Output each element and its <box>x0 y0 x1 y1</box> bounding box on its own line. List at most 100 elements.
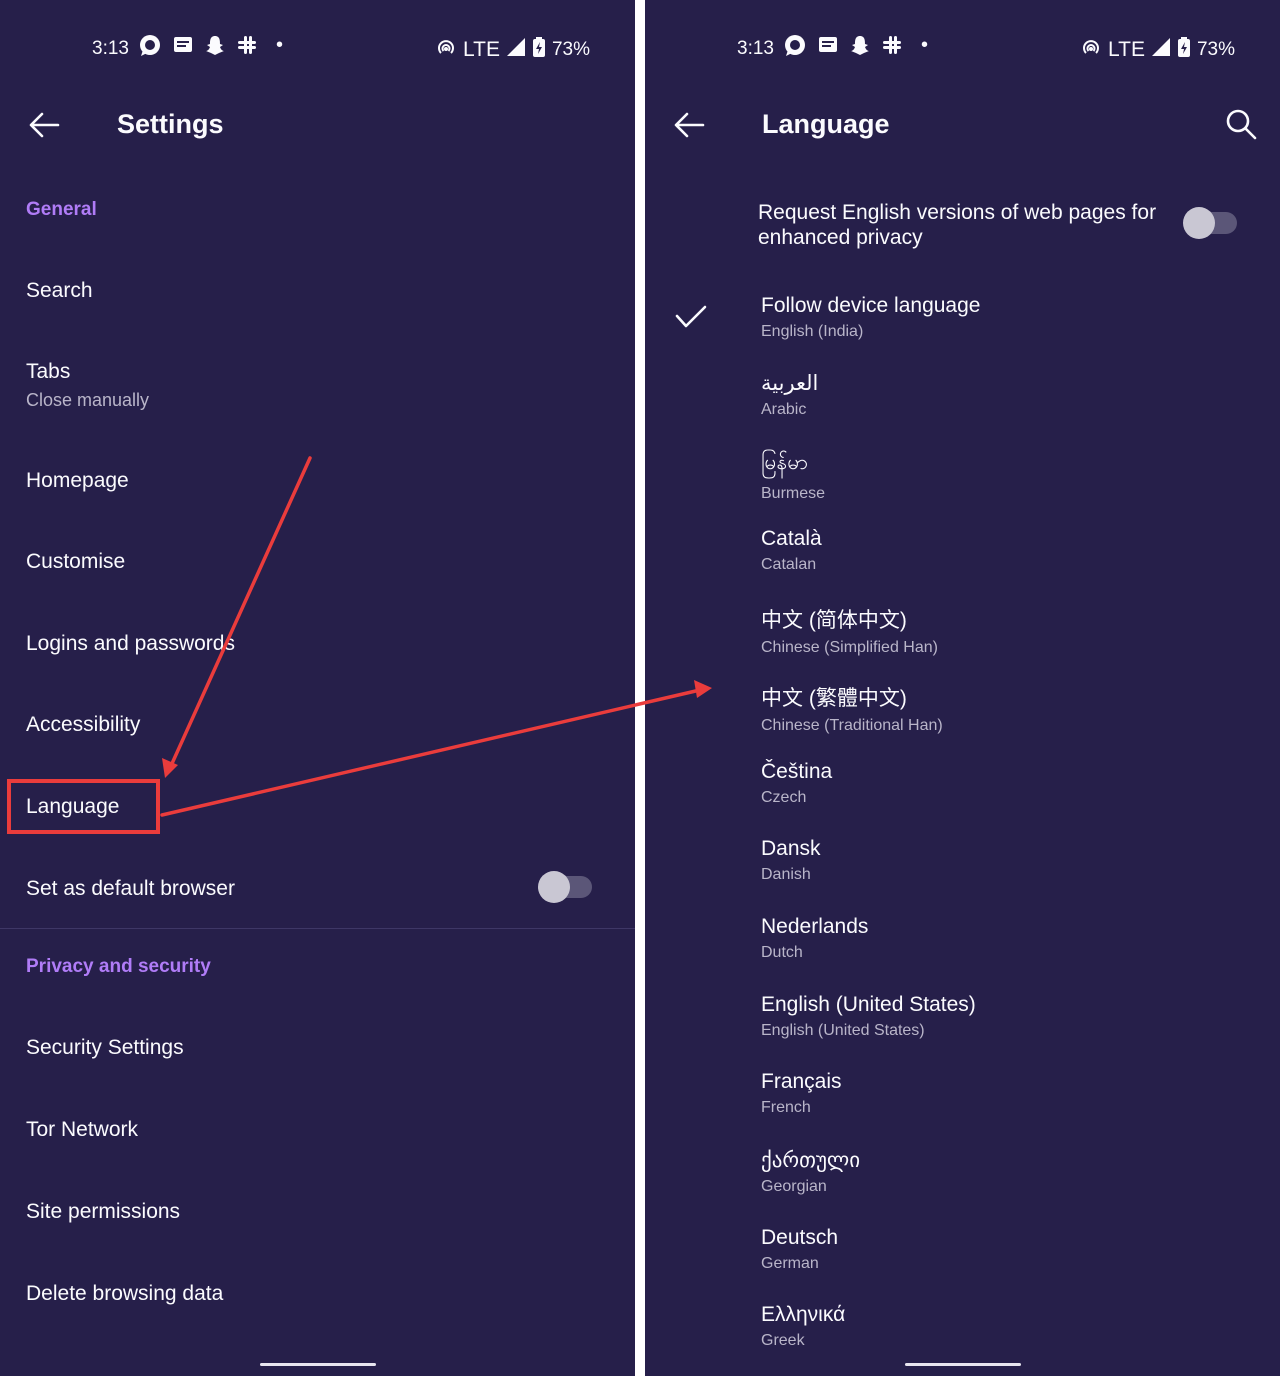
page-title: Language <box>762 109 890 139</box>
hotspot-icon <box>435 36 457 64</box>
language-option-dutch[interactable]: Nederlands Dutch <box>761 915 868 962</box>
snapchat-icon <box>849 34 871 64</box>
network-type: LTE <box>1108 38 1145 61</box>
language-option-german[interactable]: Deutsch German <box>761 1226 838 1273</box>
language-option-catalan[interactable]: Català Catalan <box>761 527 822 574</box>
settings-item-delete-data[interactable]: Delete browsing data <box>26 1282 223 1306</box>
settings-item-customise[interactable]: Customise <box>26 550 125 574</box>
status-time: 3:13 <box>737 38 774 59</box>
language-english-name: Catalan <box>761 556 817 573</box>
language-app-bar: Language <box>645 95 1280 155</box>
settings-screen: 3:13 • LTE 73% Settings General Search T… <box>0 0 635 1376</box>
snapchat-icon <box>204 34 226 64</box>
search-icon[interactable] <box>1224 107 1258 146</box>
language-english-name: English (United States) <box>761 1022 925 1039</box>
message-icon <box>172 34 194 64</box>
section-header-general: General <box>26 199 97 220</box>
language-option-burmese[interactable]: မြန်မာ Burmese <box>761 449 825 503</box>
page-title: Settings <box>117 109 224 139</box>
language-native-name: Deutsch <box>761 1226 839 1249</box>
settings-item-label: Tor Network <box>26 1118 139 1141</box>
settings-item-label: Site permissions <box>26 1200 181 1223</box>
request-english-label: Request English versions of web pages fo… <box>758 201 1157 249</box>
language-option-greek[interactable]: Ελληνικά Greek <box>761 1303 845 1350</box>
language-native-name: 中文 (繁體中文) <box>761 687 907 710</box>
language-native-name: Dansk <box>761 837 821 860</box>
settings-item-logins[interactable]: Logins and passwords <box>26 632 235 656</box>
language-option-english-us[interactable]: English (United States) English (United S… <box>761 993 976 1040</box>
battery-icon <box>532 36 546 64</box>
signal-icon <box>506 37 526 63</box>
language-english-name: Czech <box>761 789 807 806</box>
settings-item-tor-network[interactable]: Tor Network <box>26 1118 138 1142</box>
settings-item-label: Homepage <box>26 469 129 492</box>
language-english-name: Danish <box>761 866 811 883</box>
settings-item-site-permissions[interactable]: Site permissions <box>26 1200 180 1224</box>
language-option-follow-device[interactable]: Follow device language English (India) <box>761 294 980 341</box>
language-option-georgian[interactable]: ქართული Georgian <box>761 1148 860 1196</box>
language-native-name: Ελληνικά <box>761 1303 846 1326</box>
settings-item-label: Accessibility <box>26 713 141 736</box>
back-arrow-icon[interactable] <box>671 107 707 148</box>
settings-item-search[interactable]: Search <box>26 279 93 303</box>
status-bar: 3:13 • LTE 73% <box>645 30 1280 70</box>
whatsapp-icon <box>138 34 162 64</box>
checkmark-icon <box>675 303 707 336</box>
language-native-name: ქართული <box>761 1149 861 1172</box>
settings-item-label: Set as default browser <box>26 877 235 900</box>
language-option-czech[interactable]: Čeština Czech <box>761 760 832 807</box>
language-native-name: Català <box>761 527 822 550</box>
language-option-danish[interactable]: Dansk Danish <box>761 837 821 884</box>
language-screen: 3:13 • LTE 73% Language Request English … <box>645 0 1280 1376</box>
language-option-french[interactable]: Français French <box>761 1070 842 1117</box>
status-right: LTE 73% <box>435 36 590 64</box>
section-header-privacy: Privacy and security <box>26 956 211 977</box>
default-browser-toggle[interactable] <box>538 871 592 903</box>
language-english-name: Chinese (Traditional Han) <box>761 717 943 734</box>
status-bar: 3:13 • LTE 73% <box>0 30 635 70</box>
toggle-knob <box>1183 207 1215 239</box>
settings-item-label: Search <box>26 279 93 302</box>
language-native-name: Français <box>761 1070 842 1093</box>
settings-item-summary: Close manually <box>26 390 150 410</box>
language-english-name: English (India) <box>761 323 864 340</box>
language-english-name: Arabic <box>761 401 807 418</box>
hotspot-icon <box>1080 36 1102 64</box>
language-english-name: Burmese <box>761 485 826 502</box>
language-native-name: Čeština <box>761 760 833 783</box>
slack-icon <box>881 34 903 64</box>
settings-item-homepage[interactable]: Homepage <box>26 469 129 493</box>
settings-item-default-browser[interactable]: Set as default browser <box>26 877 235 901</box>
language-english-name: French <box>761 1099 811 1116</box>
settings-item-accessibility[interactable]: Accessibility <box>26 713 140 737</box>
battery-level: 73% <box>551 39 590 60</box>
status-time: 3:13 <box>92 38 129 59</box>
message-icon <box>817 34 839 64</box>
notification-icons: • <box>138 34 283 64</box>
home-indicator[interactable] <box>905 1363 1021 1366</box>
request-english-toggle[interactable] <box>1183 207 1237 239</box>
language-native-name: العربية <box>761 372 819 395</box>
settings-item-label: Delete browsing data <box>26 1282 224 1305</box>
settings-item-security[interactable]: Security Settings <box>26 1036 184 1060</box>
language-option-arabic[interactable]: العربية Arabic <box>761 371 818 419</box>
settings-item-label: Customise <box>26 550 126 573</box>
annotation-highlight-box <box>7 779 160 834</box>
slack-icon <box>236 34 258 64</box>
settings-item-tabs[interactable]: Tabs Close manually <box>26 360 149 411</box>
signal-icon <box>1151 37 1171 63</box>
language-english-name: Greek <box>761 1332 805 1349</box>
language-option-chinese-traditional[interactable]: 中文 (繁體中文) Chinese (Traditional Han) <box>761 682 943 735</box>
back-arrow-icon[interactable] <box>26 107 62 148</box>
status-right: LTE 73% <box>1080 36 1235 64</box>
settings-app-bar: Settings <box>0 95 635 155</box>
language-english-name: Dutch <box>761 944 803 961</box>
language-option-chinese-simplified[interactable]: 中文 (简体中文) Chinese (Simplified Han) <box>761 604 938 657</box>
language-english-name: Chinese (Simplified Han) <box>761 639 938 656</box>
language-native-name: English (United States) <box>761 993 976 1016</box>
more-notifications-dot: • <box>276 34 284 56</box>
language-english-name: German <box>761 1255 819 1272</box>
home-indicator[interactable] <box>260 1363 376 1366</box>
language-native-name: 中文 (简体中文) <box>761 609 907 632</box>
battery-icon <box>1177 36 1191 64</box>
